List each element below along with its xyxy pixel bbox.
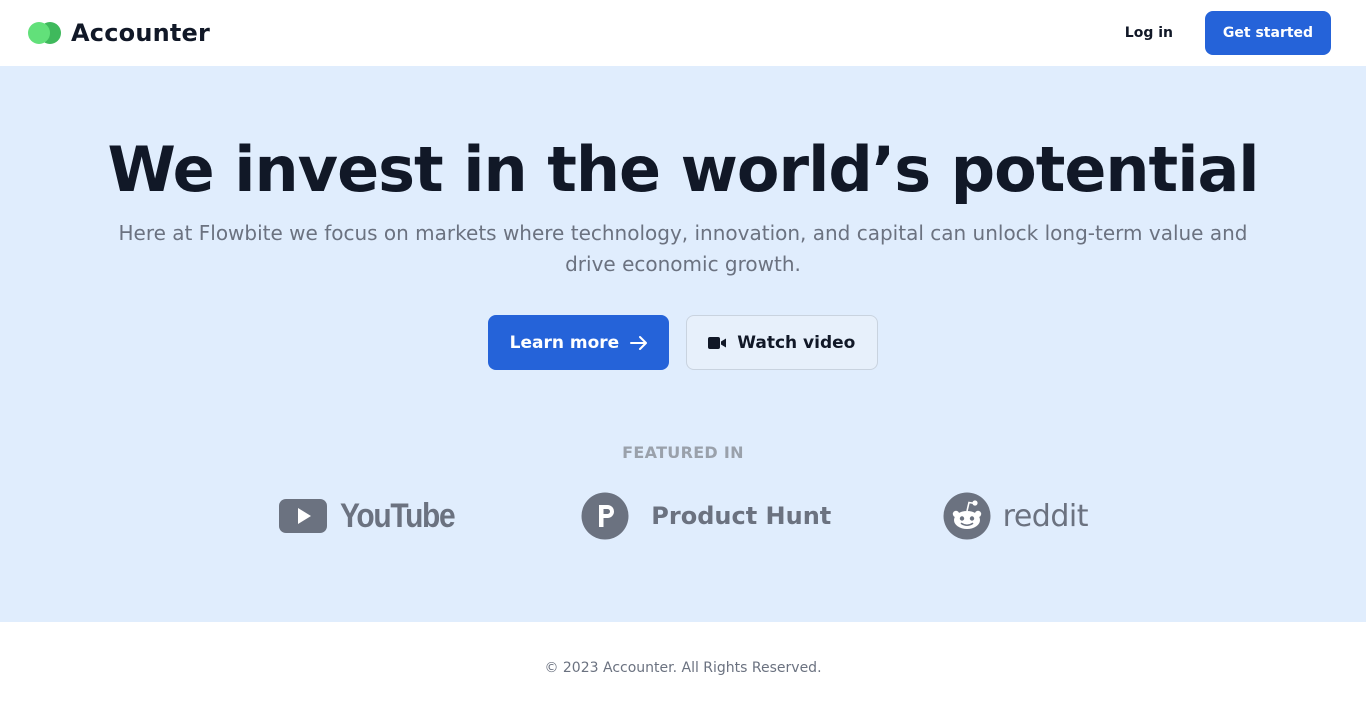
footer: © 2023 Accounter. All Rights Reserved.	[0, 622, 1366, 714]
featured-logos: YouTube Product Hunt reddit	[278, 492, 1089, 540]
reddit-logo: reddit	[943, 492, 1089, 540]
nav-actions: Log in Get started	[1113, 11, 1331, 55]
login-button[interactable]: Log in	[1113, 15, 1185, 51]
youtube-logo: YouTube	[278, 497, 470, 536]
youtube-icon	[279, 499, 327, 533]
reddit-wordmark: reddit	[1002, 498, 1089, 534]
hero-subtitle: Here at Flowbite we focus on markets whe…	[118, 221, 1248, 276]
arrow-right-icon	[630, 335, 648, 350]
video-camera-icon	[708, 336, 727, 349]
hero-title: We invest in the world’s potential	[107, 133, 1259, 206]
watch-video-label: Watch video	[737, 332, 856, 353]
learn-more-button[interactable]: Learn more	[487, 315, 670, 370]
hero-section: We invest in the world’s potential Here …	[0, 66, 1366, 622]
brand-name: Accounter	[71, 19, 211, 47]
logo-icon	[28, 22, 61, 44]
hero-buttons: Learn more Watch video	[487, 315, 879, 370]
watch-video-button[interactable]: Watch video	[686, 315, 879, 370]
learn-more-label: Learn more	[509, 332, 620, 353]
product-hunt-wordmark: Product Hunt	[651, 502, 832, 530]
featured-in-label: FEATURED IN	[622, 443, 744, 462]
navbar: Accounter Log in Get started	[0, 0, 1366, 66]
product-hunt-logo: Product Hunt	[581, 492, 831, 540]
brand[interactable]: Accounter	[28, 19, 210, 47]
get-started-button[interactable]: Get started	[1205, 11, 1331, 55]
copyright-text: © 2023 Accounter. All Rights Reserved.	[544, 660, 822, 676]
product-hunt-icon	[581, 492, 629, 540]
reddit-icon	[943, 492, 991, 540]
youtube-wordmark: YouTube	[340, 496, 456, 535]
